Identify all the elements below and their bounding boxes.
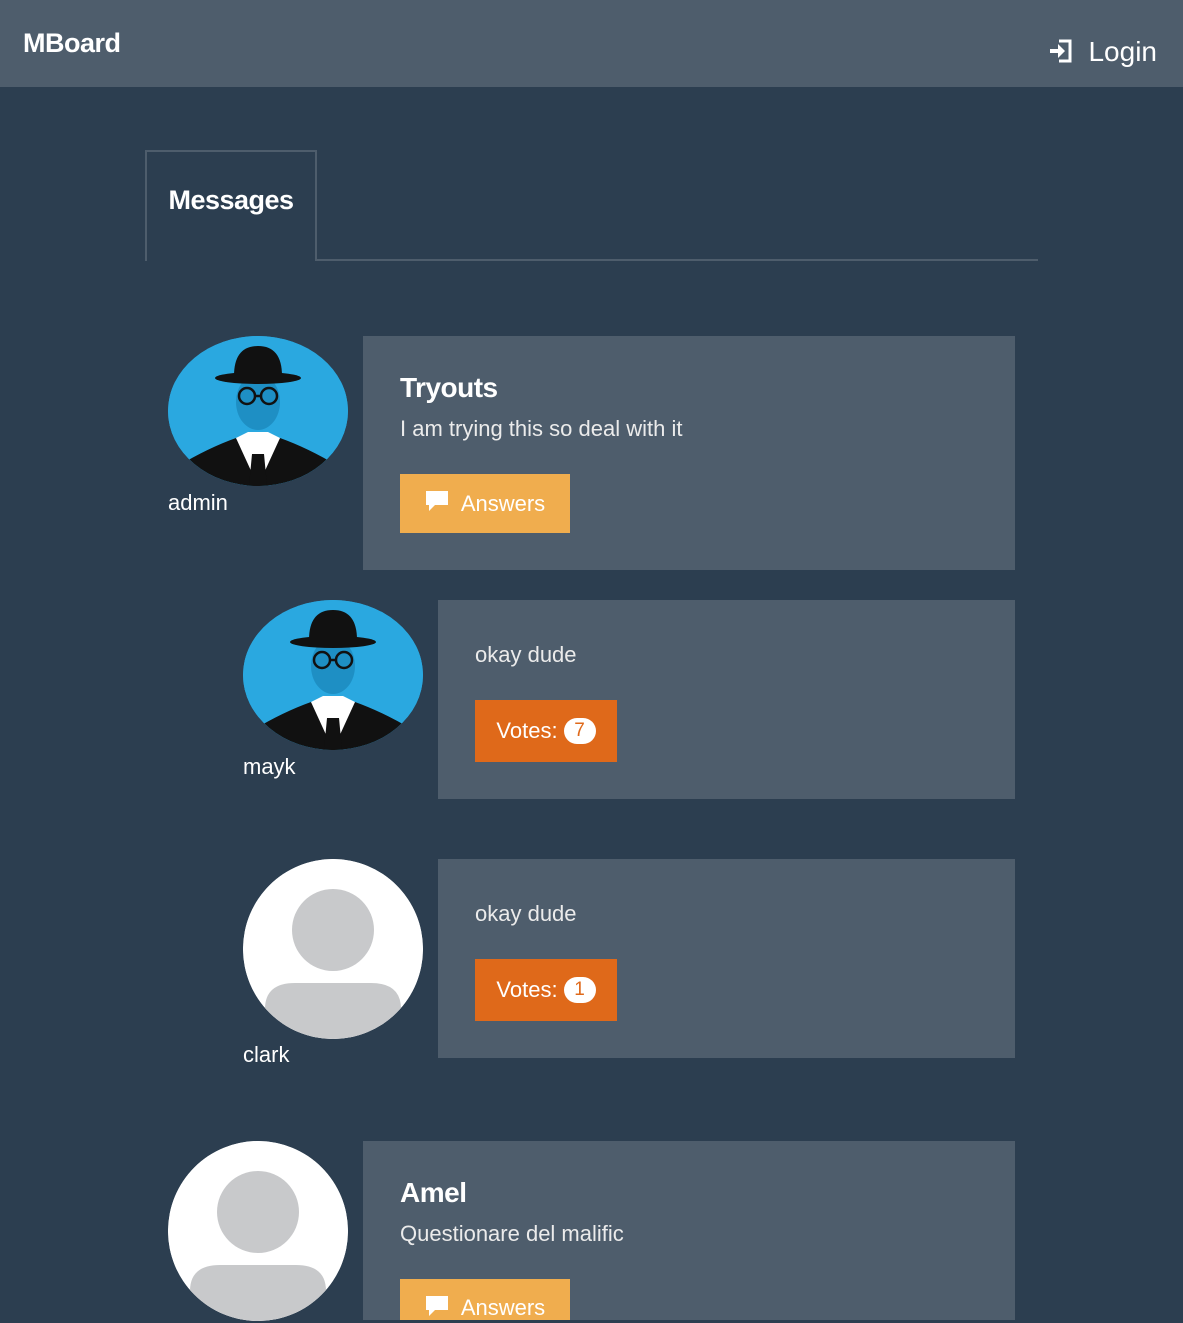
tab-bar: Messages [145,150,1038,261]
reply-card: okay dude Votes: 1 [438,859,1015,1058]
comment-icon [425,490,461,518]
tab-messages[interactable]: Messages [145,150,317,261]
brand-logo[interactable]: MBoard [23,28,121,59]
thread-card: Amel Questionare del malific Answers [363,1141,1015,1320]
votes-label: Votes: [496,718,558,743]
reply-author[interactable]: clark [243,1042,289,1068]
login-link[interactable]: Login [1048,32,1157,71]
reply-body: okay dude [475,642,577,667]
votes-count-badge: 1 [563,977,596,1003]
answers-button[interactable]: Answers [400,1279,570,1320]
bowler-hat-man-avatar [168,336,348,486]
thread-card: Tryouts I am trying this so deal with it… [363,336,1015,570]
thread-title: Amel [400,1177,467,1208]
reply-card: okay dude Votes: 7 [438,600,1015,799]
thread-author[interactable]: admin [168,490,228,516]
answers-label: Answers [460,1295,546,1320]
thread-body: Questionare del malific [400,1221,624,1246]
reply-author[interactable]: mayk [243,754,296,780]
login-label: Login [1088,35,1157,67]
votes-label: Votes: [496,977,558,1002]
default-user-avatar [168,1141,348,1321]
thread-body: I am trying this so deal with it [400,416,683,441]
login-icon [1048,32,1088,71]
reply-body: okay dude [475,901,577,926]
votes-button[interactable]: Votes: 7 [475,700,617,762]
comment-icon [425,1295,461,1323]
thread-title: Tryouts [400,372,498,403]
votes-button[interactable]: Votes: 1 [475,959,617,1021]
answers-button[interactable]: Answers [400,474,570,533]
votes-count-badge: 7 [563,718,596,744]
navbar: MBoard Login [0,0,1183,87]
bowler-hat-man-avatar [243,600,423,750]
default-user-avatar [243,859,423,1039]
answers-label: Answers [460,490,546,516]
